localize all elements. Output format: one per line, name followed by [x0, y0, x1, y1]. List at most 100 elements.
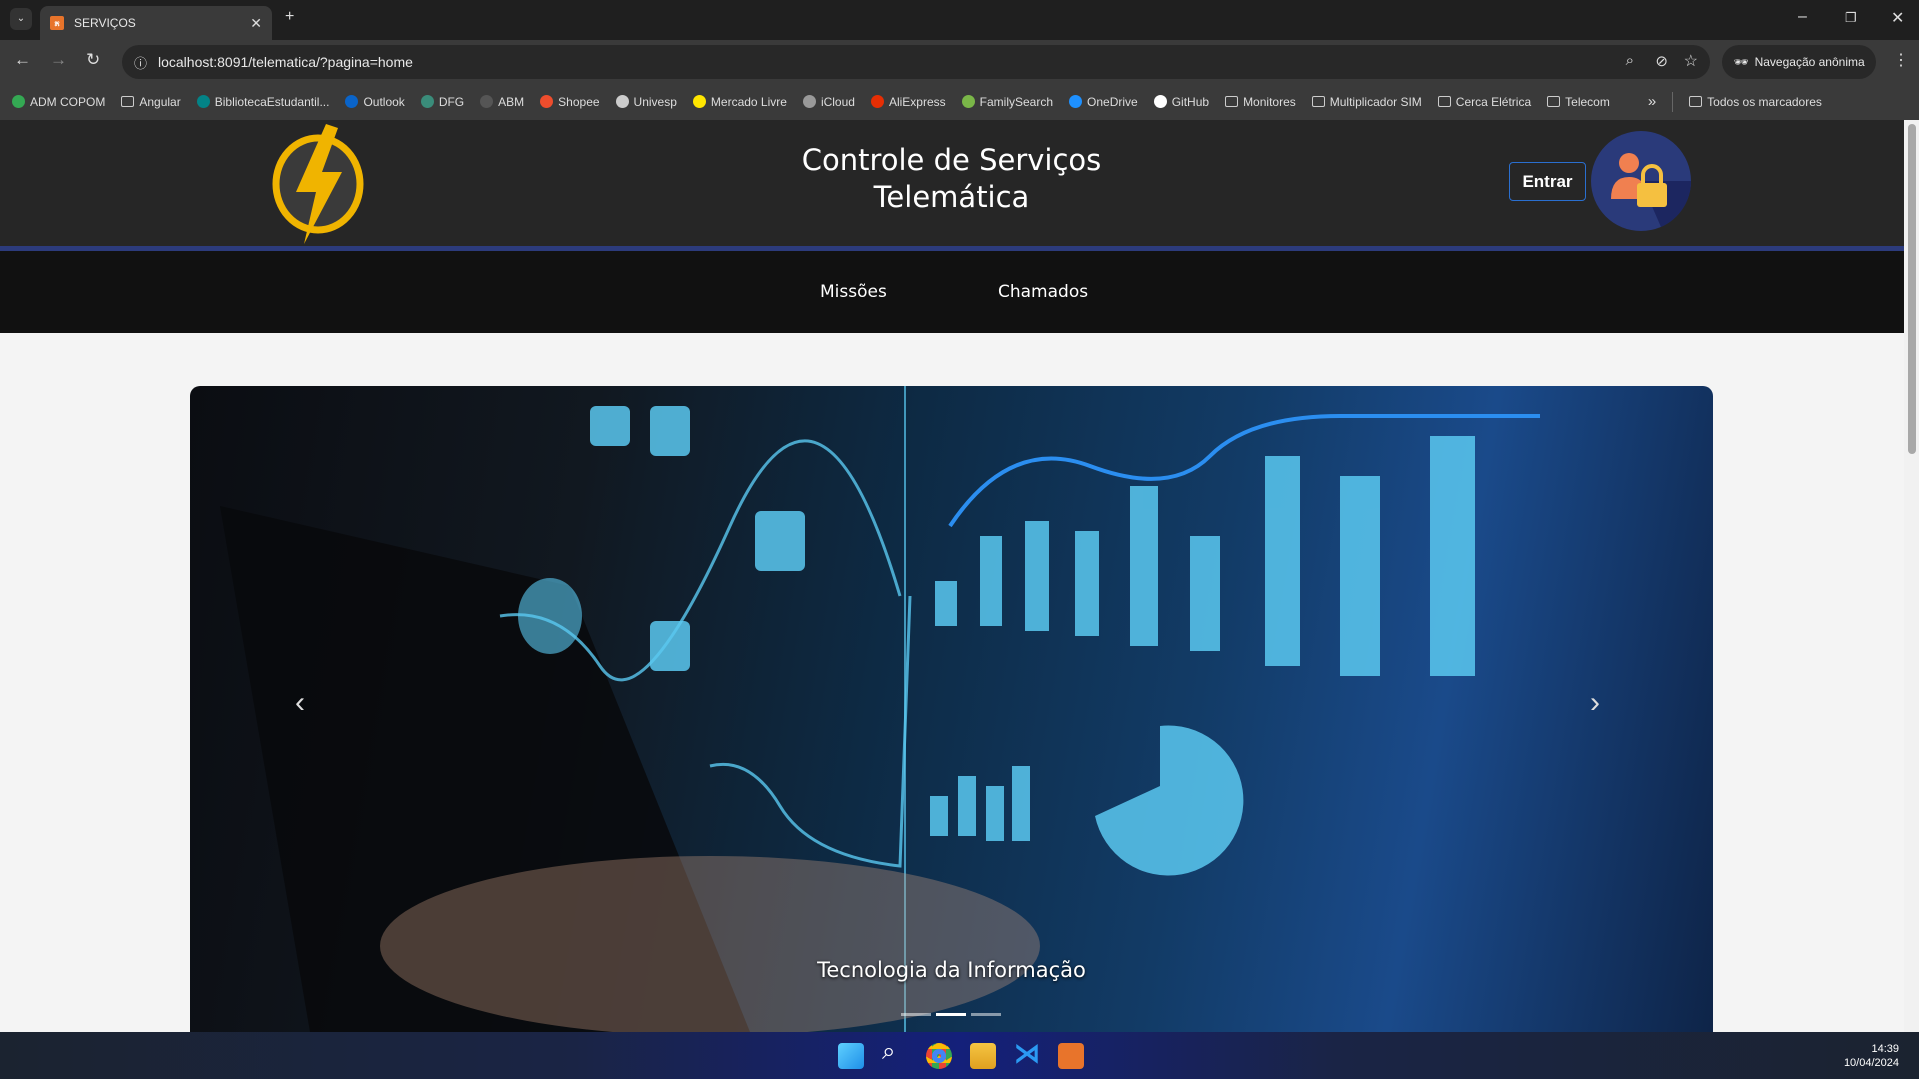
- technology-slide-image: [220, 386, 1540, 1032]
- main-nav: Missões Chamados: [0, 251, 1904, 333]
- bookmark-item[interactable]: DFG: [420, 94, 465, 109]
- folder-icon: [1437, 96, 1451, 107]
- sharepoint-icon: [196, 95, 210, 108]
- xampp-icon[interactable]: [1058, 1043, 1084, 1069]
- bookmark-label: iCloud: [820, 94, 855, 109]
- page-scrollbar[interactable]: [1904, 120, 1919, 1032]
- bookmark-item[interactable]: BibliotecaEstudantil...: [196, 94, 330, 109]
- bookmark-star-icon[interactable]: ☆: [1684, 51, 1698, 71]
- bookmark-label: Univesp: [633, 94, 677, 109]
- bookmark-label: Shopee: [558, 94, 600, 109]
- nav-missoes[interactable]: Missões: [820, 282, 887, 302]
- carousel-indicator-3[interactable]: [971, 1013, 1001, 1016]
- zoom-icon[interactable]: ⌕: [1626, 52, 1634, 69]
- page-title: Controle de Serviços Telemática: [700, 142, 1203, 216]
- menu-icon[interactable]: ⋮: [1893, 50, 1909, 70]
- browser-tab-bar: ⌄ ೫ SERVIÇOS ✕ + – ❐ ✕: [0, 0, 1919, 40]
- site-info-icon[interactable]: ⓘ: [134, 53, 147, 72]
- bookmark-item[interactable]: iCloud: [802, 94, 855, 109]
- dfg-icon: [420, 95, 434, 108]
- bookmark-label: ABM: [498, 94, 525, 109]
- carousel-indicator-2[interactable]: [936, 1013, 966, 1016]
- back-icon[interactable]: ←: [14, 50, 31, 70]
- bookmark-label: AliExpress: [888, 94, 946, 109]
- tree-icon: [961, 95, 975, 108]
- bookmark-label: Telecom: [1565, 94, 1610, 109]
- login-button[interactable]: Entrar: [1509, 162, 1586, 201]
- all-bookmarks[interactable]: Todos os marcadores: [1689, 95, 1822, 109]
- forward-icon[interactable]: →: [50, 50, 67, 70]
- bookmark-label: Angular: [139, 94, 181, 109]
- restore-button[interactable]: ❐: [1845, 10, 1857, 26]
- address-bar[interactable]: ⓘ localhost:8091/telematica/?pagina=home…: [122, 45, 1710, 79]
- minimize-button[interactable]: –: [1798, 8, 1807, 26]
- chrome-icon[interactable]: [926, 1043, 952, 1069]
- close-tab-icon[interactable]: ✕: [250, 15, 262, 32]
- folder-icon: [1689, 96, 1703, 107]
- bookmark-item[interactable]: Mercado Livre: [692, 95, 787, 109]
- incognito-label: Navegação anônima: [1754, 55, 1865, 69]
- abm-icon: [480, 95, 494, 108]
- reload-icon[interactable]: ↻: [86, 50, 100, 70]
- clock-date: 10/04/2024: [1843, 1057, 1899, 1069]
- mercadolivre-icon: [692, 95, 706, 108]
- lightning-logo-icon[interactable]: [268, 122, 368, 246]
- drive-icon: [12, 95, 25, 108]
- carousel-caption: Tecnologia da Informação: [817, 958, 1086, 982]
- bookmark-label: ADM COPOM: [30, 94, 106, 109]
- bookmark-label: FamilySearch: [979, 94, 1054, 109]
- bookmark-item[interactable]: OneDrive: [1069, 95, 1138, 109]
- all-bookmarks-label: Todos os marcadores: [1707, 94, 1822, 109]
- bookmark-item[interactable]: AliExpress: [870, 94, 946, 109]
- bookmark-item[interactable]: Angular: [121, 94, 181, 109]
- system-clock[interactable]: 14:39 10/04/2024: [1844, 1042, 1899, 1070]
- bookmark-item[interactable]: ABM: [480, 95, 524, 109]
- outlook-icon: [345, 95, 359, 108]
- bookmark-item[interactable]: Shopee: [540, 94, 600, 109]
- bookmarks-bar: ADM COPOM Angular BibliotecaEstudantil... O…: [0, 83, 1919, 120]
- scrollbar-thumb[interactable]: [1908, 124, 1916, 454]
- windows-taskbar: ⌕ ⋊ 14:39 10/04/2024: [0, 1032, 1919, 1079]
- bookmark-item[interactable]: Multiplicador SIM: [1311, 95, 1422, 109]
- url-text: localhost:8091/telematica/?pagina=home: [158, 54, 413, 70]
- aliexpress-icon: [870, 95, 884, 108]
- bookmark-item[interactable]: Telecom: [1547, 95, 1610, 109]
- bookmark-label: BibliotecaEstudantil...: [214, 94, 330, 109]
- user-lock-avatar-icon[interactable]: [1591, 131, 1691, 231]
- search-icon[interactable]: ⌕: [882, 1038, 895, 1066]
- bookmark-label: Monitores: [1243, 94, 1296, 109]
- tab-search-button[interactable]: ⌄: [10, 8, 32, 30]
- site-header: Controle de Serviços Telemática Entrar: [0, 120, 1904, 246]
- apple-icon: [802, 95, 816, 108]
- image-carousel: ‹ › Tecnologia da Informação: [190, 386, 1713, 1032]
- carousel-next-icon[interactable]: ›: [1590, 686, 1600, 720]
- title-line-2: Telemática: [873, 180, 1030, 214]
- incognito-indicator[interactable]: 🕶 Navegação anônima: [1722, 45, 1876, 79]
- browser-tab[interactable]: ೫ SERVIÇOS ✕: [40, 6, 272, 40]
- new-tab-button[interactable]: +: [285, 8, 294, 26]
- bookmark-item[interactable]: ADM COPOM: [12, 95, 105, 109]
- carousel-indicator-1[interactable]: [901, 1013, 931, 1016]
- bookmark-label: DFG: [438, 94, 465, 109]
- folder-icon: [1547, 96, 1561, 107]
- bookmark-item[interactable]: FamilySearch: [961, 94, 1054, 109]
- bookmark-label: GitHub: [1171, 94, 1210, 109]
- bookmark-item[interactable]: Univesp: [615, 94, 677, 109]
- bookmark-item[interactable]: Cerca Elétrica: [1437, 94, 1532, 109]
- windows-start-icon[interactable]: [838, 1043, 864, 1069]
- bookmark-item[interactable]: Outlook: [345, 95, 405, 109]
- carousel-prev-icon[interactable]: ‹: [295, 686, 305, 720]
- folder-icon: [121, 96, 135, 107]
- nav-chamados[interactable]: Chamados: [998, 282, 1088, 302]
- title-line-1: Controle de Serviços: [801, 143, 1102, 177]
- bookmark-item[interactable]: Monitores: [1225, 95, 1296, 109]
- shopee-icon: [540, 95, 554, 108]
- bookmark-label: Cerca Elétrica: [1455, 94, 1532, 109]
- more-bookmarks-icon[interactable]: »: [1648, 93, 1656, 110]
- bookmark-item[interactable]: GitHub: [1153, 94, 1210, 109]
- cloud-icon: [1069, 95, 1083, 108]
- vscode-icon[interactable]: ⋊: [1014, 1038, 1040, 1069]
- tracking-protection-icon[interactable]: ⊘: [1655, 52, 1668, 70]
- close-window-button[interactable]: ✕: [1891, 8, 1904, 28]
- file-explorer-icon[interactable]: [970, 1043, 996, 1069]
